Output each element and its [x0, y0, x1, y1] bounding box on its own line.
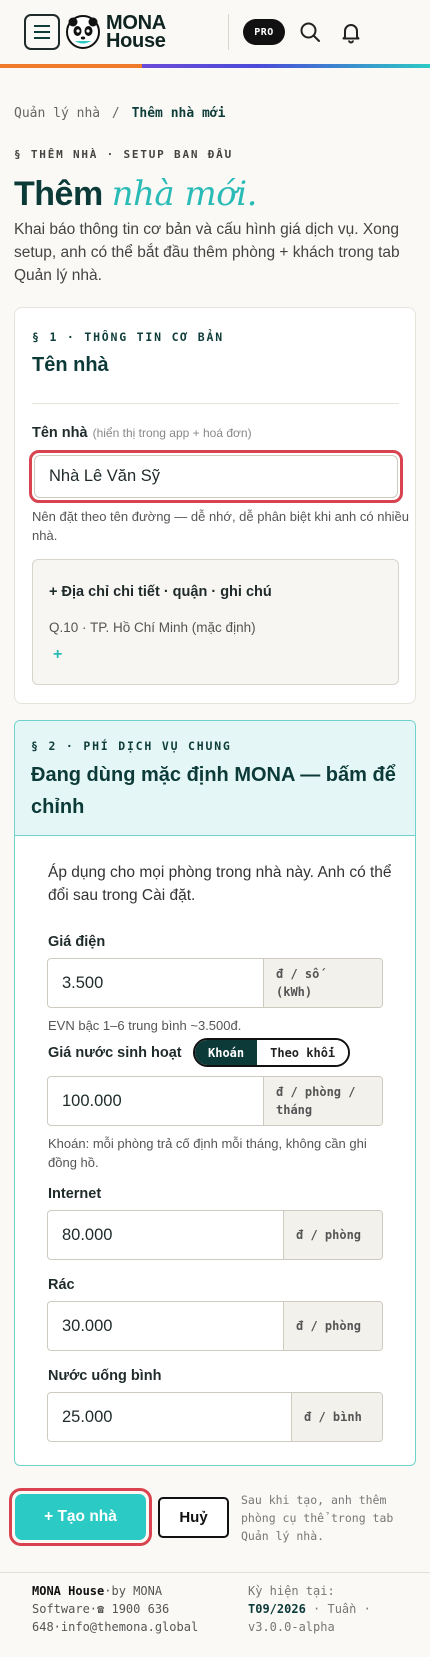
breadcrumb-root[interactable]: Quản lý nhà	[14, 106, 100, 121]
electric-price-input[interactable]: 3.500	[48, 959, 263, 1007]
water-price-unit: đ / phòng / tháng	[263, 1077, 382, 1125]
address-details-panel[interactable]: + Địa chỉ chi tiết · quận · ghi chú Q.10…	[32, 559, 399, 685]
service-fees-header[interactable]: § 2 · PHÍ DỊCH VỤ CHUNG Đang dùng mặc đị…	[15, 721, 415, 836]
water-billing-toggle: Khoán Theo khối	[193, 1038, 351, 1067]
footer-divider	[0, 1572, 430, 1573]
internet-unit: đ / phòng	[283, 1211, 382, 1259]
panda-logo	[66, 15, 100, 49]
service-fees-card: § 2 · PHÍ DỊCH VỤ CHUNG Đang dùng mặc đị…	[14, 720, 416, 1466]
trash-field: 30.000 đ / phòng	[47, 1301, 383, 1351]
house-name-hint: Nên đặt theo tên đường — dễ nhớ, dễ phân…	[32, 509, 410, 543]
internet-field: 80.000 đ / phòng	[47, 1210, 383, 1260]
page-eyebrow: § THÊM NHÀ · SETUP BAN ĐẦU	[14, 148, 233, 161]
trash-input[interactable]: 30.000	[48, 1302, 283, 1350]
electric-price-field: 3.500 đ / số (kWh)	[47, 958, 383, 1008]
water-price-hint: Khoán: mỗi phòng trả cố định mỗi tháng, …	[48, 1136, 367, 1170]
electric-price-hint: EVN bậc 1–6 trung bình ~3.500đ.	[48, 1018, 242, 1033]
pro-badge: PRO	[243, 19, 285, 45]
trash-label: Rác	[48, 1277, 75, 1293]
house-name-label: Tên nhà (hiển thị trong app + hoá đơn)	[32, 425, 252, 441]
page-title: Thêm nhà mới.	[14, 174, 257, 214]
section-1-heading: Tên nhà	[32, 354, 109, 376]
section-1-label: § 1 · THÔNG TIN CƠ BẢN	[32, 330, 224, 344]
search-icon[interactable]	[298, 20, 322, 44]
header-accent-bar	[0, 64, 430, 68]
internet-label: Internet	[48, 1186, 102, 1202]
breadcrumb: Quản lý nhà / Thêm nhà mới	[14, 106, 226, 121]
section-divider	[32, 403, 399, 404]
section-2-label: § 2 · PHÍ DỊCH VỤ CHUNG	[31, 739, 232, 753]
page-description: Khai báo thông tin cơ bản và cấu hình gi…	[14, 221, 400, 284]
drinking-water-label: Nước uống bình	[48, 1368, 162, 1384]
drinking-water-unit: đ / bình	[291, 1393, 382, 1441]
header-divider	[228, 14, 229, 50]
trash-unit: đ / phòng	[283, 1302, 382, 1350]
bell-icon[interactable]	[339, 20, 363, 44]
water-price-input[interactable]: 100.000	[48, 1077, 263, 1125]
after-create-note: Sau khi tạo, anh thêm phòng cụ thể trong…	[241, 1493, 394, 1543]
app-header: MONA House PRO	[0, 0, 430, 64]
drinking-water-input[interactable]: 25.000	[48, 1393, 291, 1441]
breadcrumb-separator: /	[111, 106, 120, 121]
breadcrumb-current: Thêm nhà mới	[131, 106, 226, 121]
address-default-text: Q.10 · TP. Hồ Chí Minh (mặc định)	[49, 620, 256, 635]
electric-price-unit: đ / số (kWh)	[263, 959, 382, 1007]
section-2-heading: Đang dùng mặc định MONA — bấm để chỉnh	[31, 764, 396, 818]
electric-price-label: Giá điện	[48, 934, 106, 950]
brand-wordmark[interactable]: MONA House	[106, 13, 166, 51]
service-fees-intro: Áp dụng cho mọi phòng trong nhà này. Anh…	[48, 864, 392, 904]
water-toggle-by-volume[interactable]: Theo khối	[257, 1040, 349, 1065]
water-price-label: Giá nước sinh hoạt	[48, 1045, 182, 1061]
drinking-water-field: 25.000 đ / bình	[47, 1392, 383, 1442]
house-name-input-focus-ring: Nhà Lê Văn Sỹ	[29, 450, 403, 503]
create-house-button[interactable]: + Tạo nhà	[15, 1494, 146, 1540]
hamburger-menu-icon[interactable]	[24, 14, 60, 50]
footer-period-info: Kỳ hiện tại: T09/2026 · Tuần · v3.0.0-al…	[248, 1584, 371, 1634]
basic-info-card: § 1 · THÔNG TIN CƠ BẢN Tên nhà Tên nhà (h…	[14, 307, 416, 704]
create-house-focus-ring: + Tạo nhà	[9, 1488, 152, 1546]
address-details-toggle[interactable]: + Địa chỉ chi tiết · quận · ghi chú	[49, 584, 272, 600]
add-address-plus-icon[interactable]: +	[53, 646, 62, 664]
internet-input[interactable]: 80.000	[48, 1211, 283, 1259]
water-toggle-flat[interactable]: Khoán	[195, 1040, 258, 1065]
house-name-input[interactable]: Nhà Lê Văn Sỹ	[34, 455, 398, 498]
footer-company-info: MONA House·by MONA Software·☎ 1900 636 6…	[32, 1584, 199, 1634]
water-price-field: 100.000 đ / phòng / tháng	[47, 1076, 383, 1126]
cancel-button[interactable]: Huỷ	[158, 1497, 229, 1538]
